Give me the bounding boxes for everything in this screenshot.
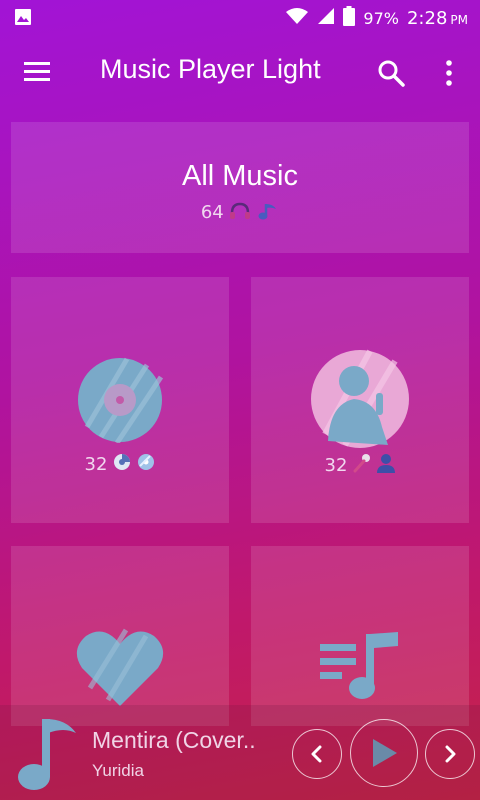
playlists-tile[interactable]	[251, 546, 469, 726]
playlist-icon	[318, 632, 402, 706]
all-music-tile[interactable]: All Music 64	[11, 122, 469, 253]
headphones-icon	[229, 202, 257, 223]
artist-avatar-icon	[310, 349, 410, 453]
albums-count: 32	[84, 454, 108, 475]
all-music-count: 64	[200, 202, 224, 223]
hamburger-menu-icon[interactable]	[22, 60, 52, 84]
music-note-icon	[257, 202, 279, 223]
more-options-icon[interactable]	[438, 58, 460, 88]
battery-icon	[343, 6, 356, 30]
page-title: Music Player Light	[100, 54, 321, 84]
album-disc-icon	[77, 357, 164, 447]
now-playing-bar[interactable]: Mentira (Cover.. Yuridia	[0, 705, 480, 800]
chevron-left-icon	[311, 745, 322, 763]
artists-count: 32	[324, 455, 348, 476]
chevron-right-icon	[445, 745, 456, 763]
clock: 2:28 PM	[406, 7, 468, 29]
cd-icon	[137, 453, 155, 476]
wifi-icon	[285, 7, 309, 29]
image-notification-icon	[14, 8, 32, 30]
previous-button[interactable]	[292, 729, 342, 779]
battery-level: 97%	[363, 8, 399, 28]
now-playing-artist: Yuridia	[92, 761, 144, 780]
signal-icon	[317, 7, 335, 29]
favorites-tile[interactable]	[11, 546, 229, 726]
music-note-icon	[14, 715, 78, 795]
albums-count-row: 32	[11, 453, 229, 476]
artists-tile[interactable]: 32	[251, 277, 469, 523]
app-bar: Music Player Light	[0, 34, 480, 112]
person-icon	[377, 453, 396, 478]
play-icon	[373, 739, 397, 767]
all-music-count-row: 64	[11, 200, 469, 223]
album-icon	[113, 453, 131, 476]
all-music-title: All Music	[181, 160, 298, 192]
status-bar: 97% 2:28 PM	[0, 0, 480, 34]
microphone-icon	[353, 453, 371, 478]
next-button[interactable]	[425, 729, 475, 779]
albums-tile[interactable]: 32	[11, 277, 229, 523]
artists-count-row: 32	[251, 453, 469, 478]
search-icon[interactable]	[376, 58, 406, 88]
heart-icon	[76, 628, 164, 712]
play-button[interactable]	[350, 719, 418, 787]
now-playing-title: Mentira (Cover..	[92, 727, 256, 753]
